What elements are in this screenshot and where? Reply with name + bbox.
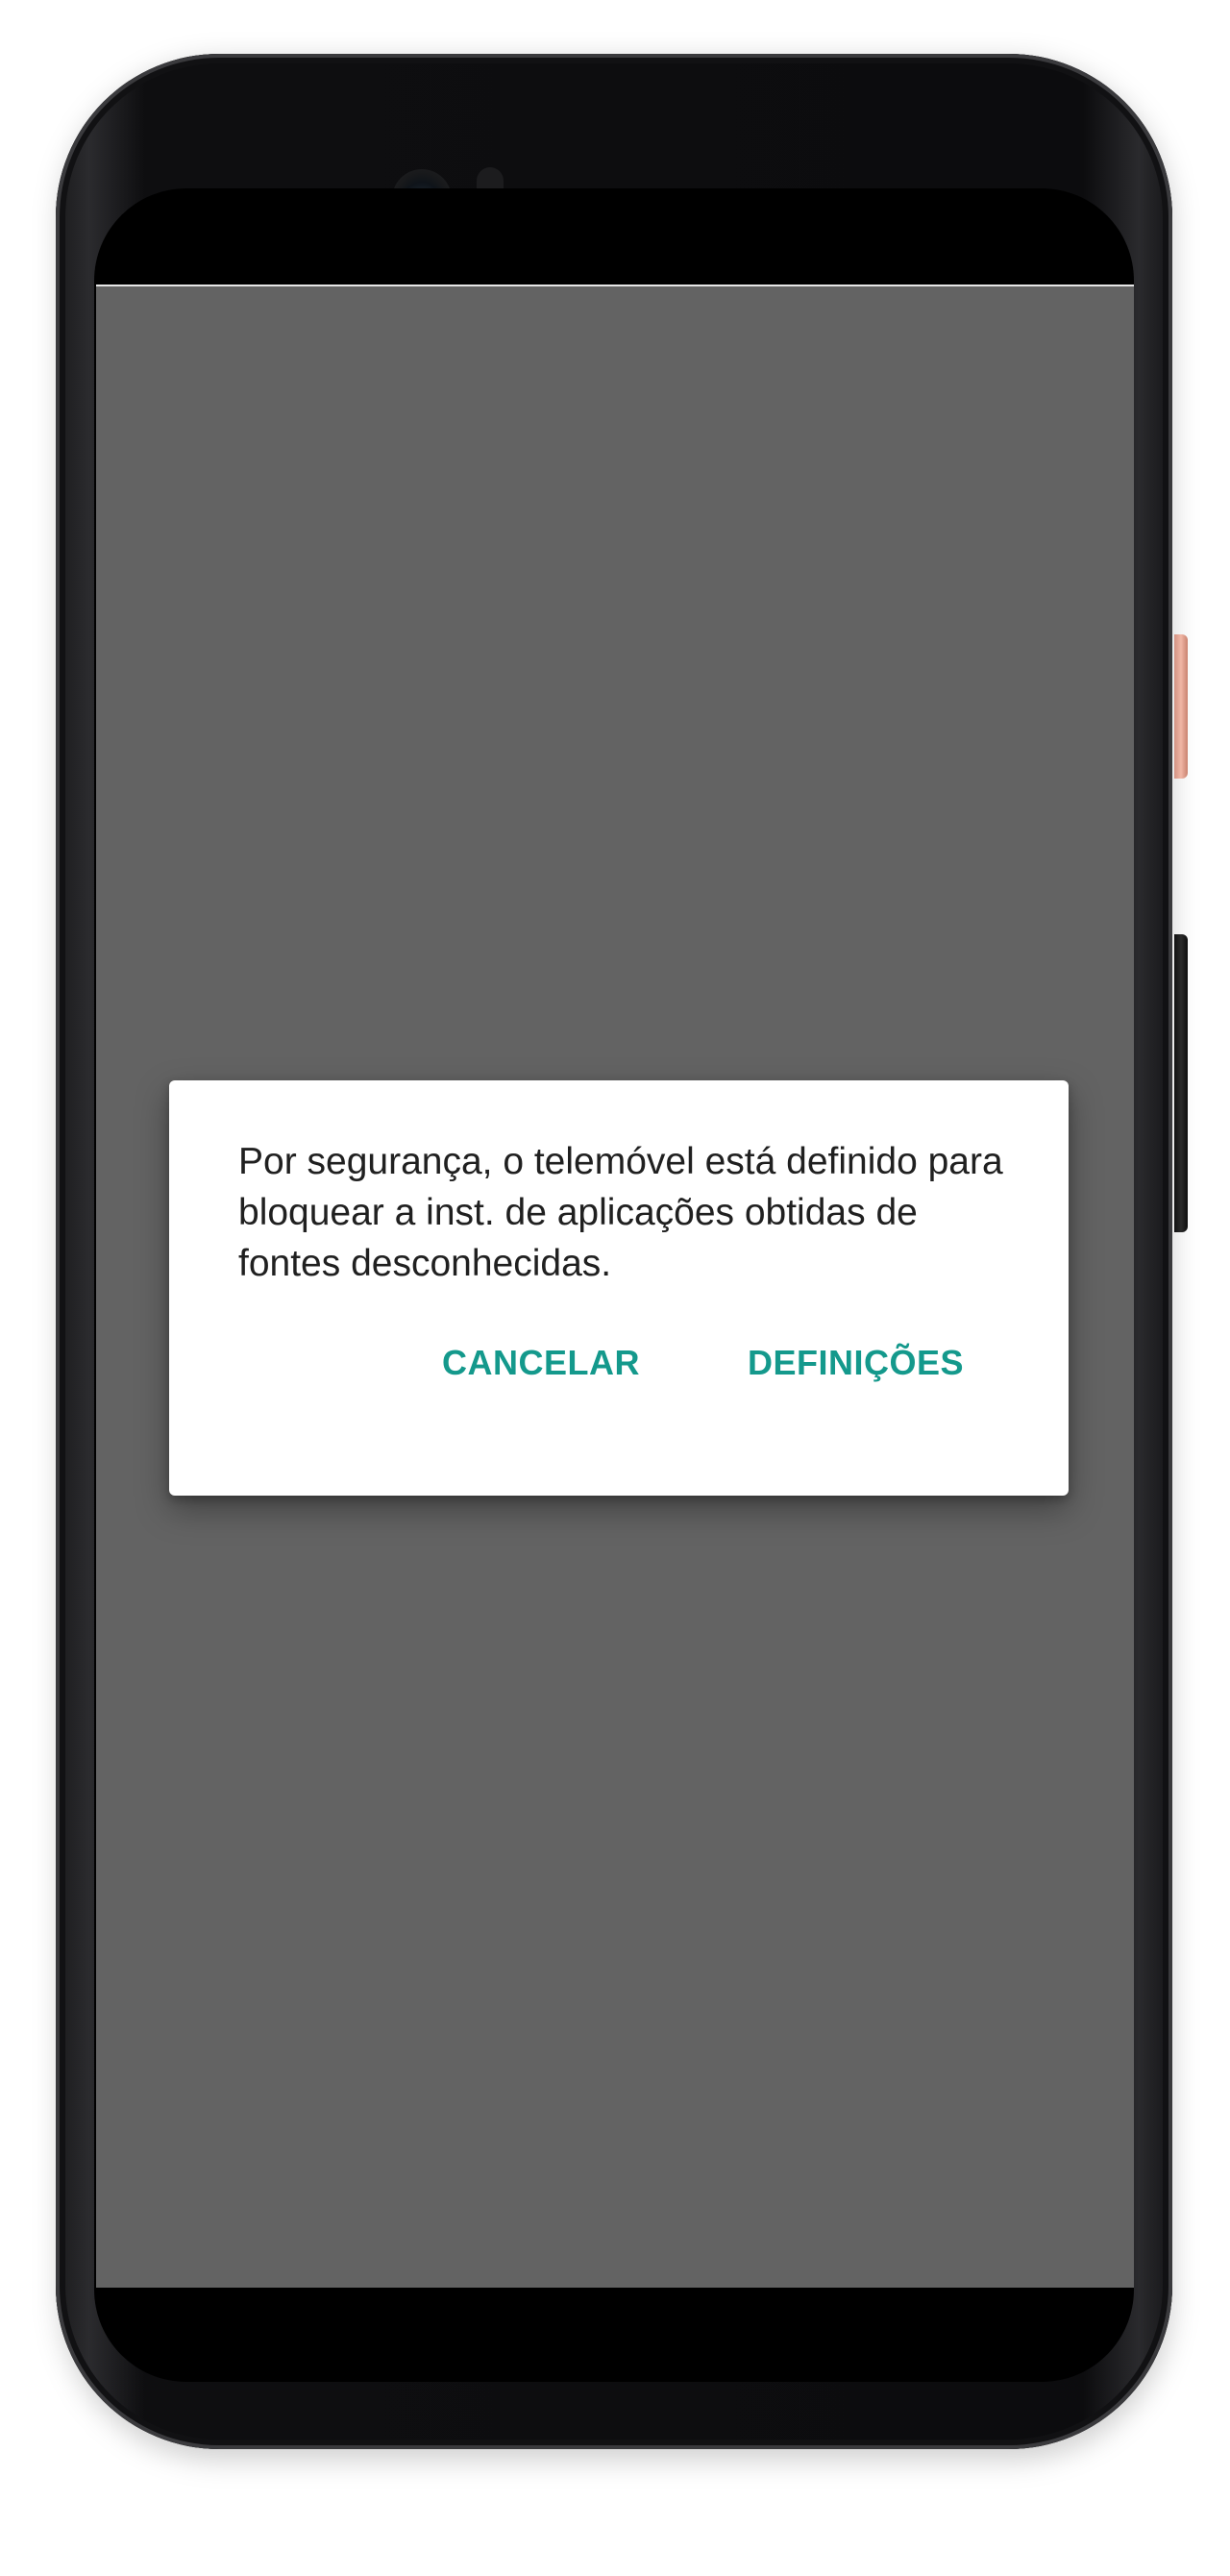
unknown-sources-dialog: Por segurança, o telemóvel está definido… [169, 1080, 1069, 1496]
settings-button[interactable]: DEFINIÇÕES [748, 1334, 964, 1392]
power-button [1174, 634, 1188, 779]
volume-button [1174, 934, 1188, 1232]
dimmed-screen-scrim[interactable]: Por segurança, o telemóvel está definido… [96, 285, 1134, 2288]
dialog-actions: CANCELAR DEFINIÇÕES [169, 1334, 1069, 1392]
dialog-message: Por segurança, o telemóvel está definido… [238, 1141, 1003, 1284]
cancel-button[interactable]: CANCELAR [442, 1334, 640, 1392]
